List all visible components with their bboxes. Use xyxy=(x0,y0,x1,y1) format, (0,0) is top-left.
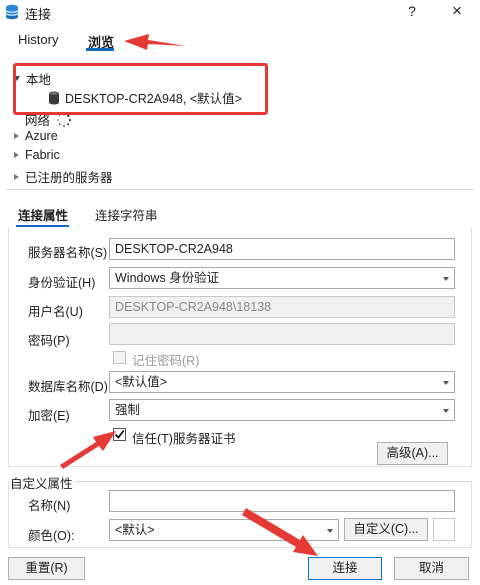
database-label: 数据库名称(D) xyxy=(28,380,108,394)
tree-node-registered-label: 已注册的服务器 xyxy=(25,171,113,185)
auth-select[interactable]: Windows 身份验证 xyxy=(109,267,455,289)
expand-triangle-icon[interactable] xyxy=(14,117,19,123)
server-name-label: 服务器名称(S) xyxy=(28,246,108,260)
tab-history[interactable]: History xyxy=(18,32,58,47)
encrypt-select[interactable]: 强制 xyxy=(109,399,455,421)
expand-triangle-icon[interactable] xyxy=(14,133,19,139)
tree-node-azure[interactable]: Azure xyxy=(14,129,58,143)
section-divider xyxy=(6,189,474,190)
trust-cert-checkbox[interactable] xyxy=(113,428,126,441)
close-button[interactable]: × xyxy=(448,1,466,21)
help-button[interactable]: ? xyxy=(404,3,420,19)
tree-node-registered-servers[interactable]: 已注册的服务器 xyxy=(14,167,113,186)
color-select[interactable]: <默认> xyxy=(109,519,339,541)
password-label: 密码(P) xyxy=(28,334,70,348)
sql-server-app-icon xyxy=(5,4,19,20)
color-select-value: <默认> xyxy=(115,523,155,537)
auth-select-value: Windows 身份验证 xyxy=(115,271,220,285)
tree-node-fabric-label: Fabric xyxy=(25,148,60,162)
tab-browse-underline xyxy=(86,48,114,51)
custom-color-button[interactable]: 自定义(C)... xyxy=(344,518,428,541)
encrypt-label: 加密(E) xyxy=(28,409,70,423)
color-label: 颜色(O): xyxy=(28,529,75,543)
trust-cert-label: 信任(T)服务器证书 xyxy=(132,432,236,446)
advanced-button[interactable]: 高级(A)... xyxy=(377,442,448,465)
password-input xyxy=(109,323,455,345)
remember-password-label: 记住密码(R) xyxy=(132,354,200,368)
tree-node-fabric[interactable]: Fabric xyxy=(14,148,60,162)
server-name-input[interactable]: DESKTOP-CR2A948 xyxy=(109,238,455,260)
window-title: 连接 xyxy=(25,7,52,22)
cancel-button[interactable]: 取消 xyxy=(394,557,469,580)
auth-label: 身份验证(H) xyxy=(28,276,96,290)
highlight-box-annotation xyxy=(13,63,268,115)
remember-password-checkbox xyxy=(113,351,126,364)
database-select[interactable]: <默认值> xyxy=(109,371,455,393)
name-input[interactable] xyxy=(109,490,455,512)
encrypt-select-value: 强制 xyxy=(115,403,141,417)
color-swatch xyxy=(433,518,455,541)
connect-button[interactable]: 连接 xyxy=(308,557,382,580)
database-select-value: <默认值> xyxy=(115,375,168,389)
connection-properties-panel xyxy=(8,228,472,467)
checkmark-icon xyxy=(114,429,125,439)
expand-triangle-icon[interactable] xyxy=(14,152,19,158)
tab-connection-properties-underline xyxy=(16,225,69,227)
name-label: 名称(N) xyxy=(28,499,71,513)
reset-button[interactable]: 重置(R) xyxy=(8,557,85,580)
tab-connection-properties[interactable]: 连接属性 xyxy=(18,205,68,224)
username-input: DESKTOP-CR2A948\18138 xyxy=(109,296,455,318)
arrow-to-browse-tab-icon xyxy=(124,34,186,50)
tab-connection-string[interactable]: 连接字符串 xyxy=(95,205,158,224)
expand-triangle-icon[interactable] xyxy=(14,173,19,180)
tree-node-azure-label: Azure xyxy=(25,129,58,143)
username-label: 用户名(U) xyxy=(28,305,83,319)
